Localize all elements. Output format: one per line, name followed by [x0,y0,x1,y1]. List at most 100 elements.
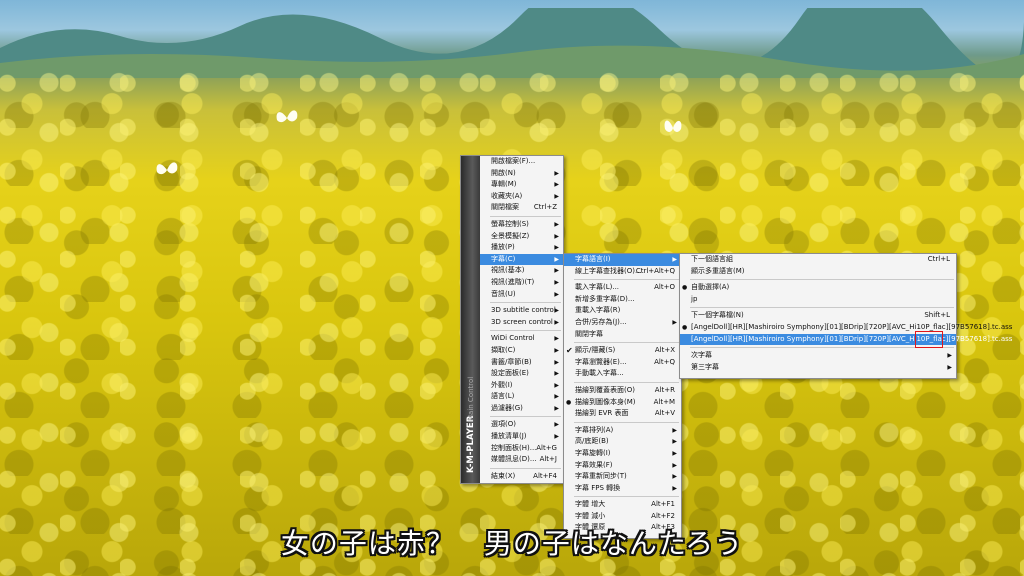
subtitle-menu-item[interactable]: 描繪到覆蓋表面(O) Alt+R [564,385,681,397]
submenu-arrow-icon: ▶ [947,363,952,371]
subtitle-menu-item-label: 描繪到覆蓋表面(O) [575,385,635,394]
menu-separator [690,279,954,281]
main-menu-item[interactable]: 語言(L) ▶ [480,391,563,403]
main-menu-item[interactable]: 收藏夾(A) ▶ [480,191,563,203]
subtitle-menu-item[interactable]: 關閉字幕 [564,329,681,341]
language-menu-item[interactable]: 顯示多重語言(M) [680,266,956,278]
main-menu-item[interactable]: 外觀(I) ▶ [480,380,563,392]
language-menu-item[interactable]: jp [680,294,956,306]
subtitle-menu-item-label: 字幕排列(A) [575,425,614,434]
language-menu-item-label: 次字幕 [691,351,712,360]
subtitle-menu-item[interactable]: 描繪到 EVR 表面 Alt+V [564,408,681,420]
subtitle-menu-item-shortcut: Alt+Q [654,357,675,366]
subtitle-menu-item[interactable]: 手動載入字幕... [564,368,681,380]
submenu-arrow-icon: ▶ [554,404,559,412]
menu-separator [574,342,679,344]
language-menu-item-label: [AngelDoll][HR][Mashiroiro Symphony][01]… [691,334,1013,343]
subtitle-menu-item[interactable]: 字體 增大 Alt+F1 [564,499,681,511]
main-menu-item[interactable]: 播放(P) ▶ [480,242,563,254]
main-menu-item[interactable]: 結束(X) Alt+F4 [480,471,563,483]
subtitle-menu-item-label: 載入字幕(L)... [575,283,620,292]
language-menu-item[interactable]: 第三字幕 ▶ [680,362,956,374]
main-menu-item-label: WiDi Control [491,334,535,343]
language-menu-item[interactable]: 下一個字幕檔(N) Shift+L [680,310,956,322]
main-menu-item[interactable]: 開啟檔案(F)... [480,156,563,168]
subtitle-menu-item[interactable]: 載入字幕(L)... Alt+O [564,282,681,294]
subtitle-menu-item[interactable]: 字幕語言(I) ▶ [564,254,681,266]
subtitle-menu-item[interactable]: 字幕重新同步(T) ▶ [564,471,681,483]
main-menu-item-shortcut: Alt+G [536,443,557,452]
main-menu-item[interactable]: 選項(O) ▶ [480,419,563,431]
main-menu-item[interactable]: 控制面板(H)... Alt+G [480,443,563,455]
subtitle-menu-item[interactable]: 新增多重字幕(D)... [564,294,681,306]
menu-sidebar: K-M-PLAYER Main Control [461,156,480,483]
subtitle-menu-item[interactable]: 合併/另存為(J)... ▶ [564,317,681,329]
main-menu-item[interactable]: 音訊(U) ▶ [480,289,563,301]
subtitle-menu-item-label: 字幕 FPS 轉換 [575,483,621,492]
submenu-arrow-icon: ▶ [554,433,559,441]
subtitle-menu-item-shortcut: Ctrl+Alt+Q [635,266,675,275]
subtitle-menu-item[interactable]: 重載入字幕(R) [564,305,681,317]
main-menu-item[interactable]: 關閉檔案 Ctrl+Z [480,202,563,214]
subtitle-menu-item[interactable]: 高/底距(B) ▶ [564,436,681,448]
subtitle-menu-item-label: 字幕旋轉(I) [575,448,611,457]
submenu-arrow-icon: ▶ [554,381,559,389]
main-menu-item[interactable]: WiDi Control ▶ [480,333,563,345]
main-menu-item[interactable]: 3D screen control ▶ [480,317,563,329]
subtitle-menu-item-label: 字幕語言(I) [575,255,611,263]
main-menu-item[interactable]: 書籤/章節(B) ▶ [480,357,563,369]
submenu-arrow-icon: ▶ [554,335,559,343]
main-menu-item-label: 語言(L) [491,392,515,401]
annotation-box [915,331,943,348]
radio-dot-icon: ● [682,323,688,331]
subtitle-menu-item-shortcut: Alt+M [653,397,675,406]
main-menu-item[interactable]: 專輯(M) ▶ [480,179,563,191]
main-menu-item-label: 收藏夾(A) [491,191,523,200]
subtitle-menu-item[interactable]: 字幕旋轉(I) ▶ [564,448,681,460]
submenu-arrow-icon: ▶ [672,449,677,457]
main-menu-item[interactable]: 3D subtitle control ▶ [480,305,563,317]
main-menu-item[interactable]: 螢幕控制(S) ▶ [480,219,563,231]
main-menu-item[interactable]: 媒體訊息(D)... Alt+J [480,454,563,466]
subtitle-menu-item-label: 字幕瀏覽器(E)... [575,357,627,366]
submenu-arrow-icon: ▶ [554,267,559,275]
main-menu-item-label: 過濾器(G) [491,403,523,412]
main-menu-item[interactable]: 擷取(C) ▶ [480,345,563,357]
subtitle-menu-item[interactable]: 線上字幕查找器(O)... Ctrl+Alt+Q [564,266,681,278]
subtitle-menu-item[interactable]: ● 描繪到圖像本身(M) Alt+M [564,397,681,409]
submenu-arrow-icon: ▶ [672,461,677,469]
main-menu-item[interactable]: 全景模擬(Z) ▶ [480,231,563,243]
subtitle-menu-item-shortcut: Alt+F1 [651,500,675,509]
subtitle-menu-item[interactable]: 字幕效果(F) ▶ [564,460,681,472]
main-menu-item-label: 擷取(C) [491,345,516,354]
main-menu-item[interactable]: 設定面板(E) ▶ [480,368,563,380]
subtitle-menu-item-label: 字體 減小 [575,511,606,520]
menu-separator [490,467,561,469]
main-menu-item-label: 專輯(M) [491,180,517,189]
main-menu-item-label: 控制面板(H)... [491,443,537,452]
svg-text:K-M-PLAYER: K-M-PLAYER [466,415,476,473]
subtitle-menu-item[interactable]: 字體 減小 Alt+F2 [564,511,681,523]
main-menu-item[interactable]: 字幕(C) ▶ [480,253,563,266]
submenu-arrow-icon: ▶ [554,421,559,429]
main-menu-item[interactable]: 視訊(進階)(T) ▶ [480,277,563,289]
language-menu-item[interactable]: ● 自動選擇(A) [680,282,956,294]
language-menu-item[interactable]: 次字幕 ▶ [680,350,956,362]
subtitle-menu-item[interactable]: ✔ 顯示/隱藏(S) Alt+X [564,345,681,357]
submenu-arrow-icon: ▶ [554,220,559,228]
main-menu-item[interactable]: 播放清單(J) ▶ [480,431,563,443]
butterfly-icon [276,110,298,123]
subtitle-menu-item-label: 顯示/隱藏(S) [575,346,616,355]
subtitle-menu-item[interactable]: 字幕瀏覽器(E)... Alt+Q [564,357,681,369]
main-menu-item[interactable]: 過濾器(G) ▶ [480,403,563,415]
subtitle-menu-item[interactable]: 字幕 FPS 轉換 ▶ [564,483,681,495]
subtitle-menu-item-label: 字幕效果(F) [575,460,613,469]
main-menu-item-label: 螢幕控制(S) [491,219,529,228]
subtitle-menu-item[interactable]: 字幕排列(A) ▶ [564,425,681,437]
context-menu-subtitle-language: 下一個語言組 Ctrl+L 顯示多重語言(M) ● 自動選擇(A) jp 下一個字幕檔(N)… [679,253,1012,379]
language-menu-item-label: 下一個語言組 [691,255,733,263]
language-menu-item[interactable]: 下一個語言組 Ctrl+L [680,254,956,266]
main-menu-item[interactable]: 視訊(基本) ▶ [480,265,563,277]
context-menu-subtitle: 字幕語言(I) ▶ 線上字幕查找器(O)... Ctrl+Alt+Q 載入字幕(L)..… [563,253,682,539]
main-menu-item[interactable]: 開啟(N) ▶ [480,168,563,180]
